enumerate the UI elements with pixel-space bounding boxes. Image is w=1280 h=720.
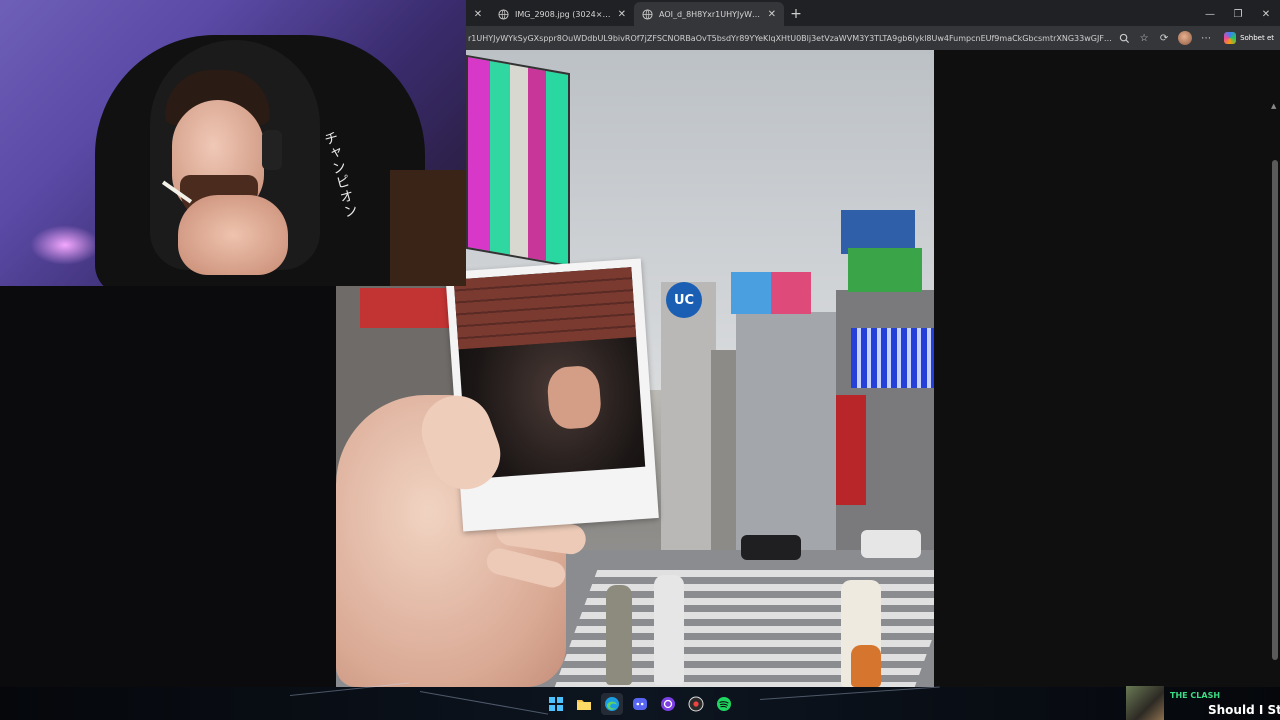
copilot-label: Sohbet et [1240, 34, 1274, 42]
discord-icon[interactable] [629, 693, 651, 715]
photo-building [661, 282, 716, 552]
copilot-button[interactable]: Sohbet et [1224, 32, 1274, 44]
photo-pedestrian [654, 575, 684, 685]
photo-pedestrian [606, 585, 632, 685]
now-playing-meta: THE CLASH Should I Sta [1170, 686, 1280, 720]
address-bar-icons: ☆ ⟳ ⋯ Sohbet et [1118, 31, 1274, 45]
edge-icon[interactable] [601, 693, 623, 715]
tab-image[interactable]: IMG_2908.jpg (3024×4032) ✕ [490, 2, 634, 26]
now-playing-song: Should I Sta [1208, 703, 1280, 717]
webcam-light [30, 225, 100, 265]
photo-video-billboard [466, 54, 570, 268]
photo-sign-red-vertical [836, 395, 866, 505]
photo-sign-green [848, 248, 922, 292]
taskbar-icons [545, 693, 735, 715]
polaroid-wall [453, 267, 637, 350]
globe-icon [642, 8, 653, 20]
close-tab-icon[interactable]: ✕ [466, 2, 490, 26]
close-tab-icon[interactable]: ✕ [768, 9, 776, 20]
restore-button[interactable]: ❐ [1224, 9, 1252, 20]
spotify-icon[interactable] [713, 693, 735, 715]
scroll-up-icon[interactable]: ▲ [1271, 102, 1276, 110]
tab-title: AOI_d_8H8Yxr1UHYJyWYkSyGXspr [659, 9, 762, 19]
taskbar [0, 682, 1280, 720]
close-tab-icon[interactable]: ✕ [618, 9, 626, 20]
browser-tab-bar: ✕ IMG_2908.jpg (3024×4032) ✕ AOI_d_8H8Yx… [466, 0, 1280, 26]
wallpaper-streak [419, 691, 549, 715]
address-bar: r1UHYJyWYkSyGXsppr8OuWDdbUL9bivROf7jZFSC… [466, 26, 1280, 50]
webcam-headset [262, 130, 282, 170]
copilot-icon [1224, 32, 1237, 44]
photo-sign-pink-blue [731, 272, 811, 314]
more-menu-icon[interactable]: ⋯ [1200, 32, 1212, 44]
close-window-button[interactable]: ✕ [1252, 9, 1280, 20]
webcam-background [390, 170, 466, 286]
tab-active-image[interactable]: AOI_d_8H8Yxr1UHYJyWYkSyGXspr ✕ [634, 2, 784, 26]
polaroid-face [546, 364, 603, 431]
webcam-overlay: チャンピオン [0, 0, 466, 286]
webcam-hand [178, 195, 288, 275]
polaroid-photo [445, 258, 659, 532]
minimize-button[interactable]: — [1196, 9, 1224, 20]
photo-pedestrian-skirt [851, 645, 881, 687]
album-art [1126, 686, 1164, 720]
window-controls: — ❐ ✕ [1196, 2, 1280, 26]
obs-icon[interactable] [657, 693, 679, 715]
photo-sign-red [360, 288, 454, 328]
url-field[interactable]: r1UHYJyWYkSyGXsppr8OuWDdbUL9bivROf7jZFSC… [466, 34, 1112, 43]
photo-uc-sign: UC [666, 282, 702, 318]
windows-start-icon[interactable] [545, 693, 567, 715]
photo-led-strip [851, 328, 934, 388]
profile-avatar[interactable] [1178, 31, 1193, 45]
photo-car [861, 530, 921, 558]
chrome-icon[interactable] [685, 693, 707, 715]
new-tab-button[interactable]: + [784, 2, 808, 26]
scrollbar[interactable]: ▲ [1271, 102, 1278, 720]
now-playing-artist: THE CLASH [1170, 691, 1221, 700]
tab-title: IMG_2908.jpg (3024×4032) [515, 9, 612, 19]
zoom-icon[interactable] [1118, 32, 1130, 44]
scrollbar-thumb[interactable] [1272, 160, 1278, 660]
now-playing-widget: THE CLASH Should I Sta [1126, 686, 1280, 720]
photo-car [741, 535, 801, 560]
photo-building [736, 312, 836, 552]
extensions-icon[interactable]: ⟳ [1158, 32, 1170, 44]
wallpaper-streak [759, 686, 940, 700]
file-explorer-icon[interactable] [573, 693, 595, 715]
globe-icon [498, 8, 509, 20]
favorite-star-icon[interactable]: ☆ [1138, 32, 1150, 44]
